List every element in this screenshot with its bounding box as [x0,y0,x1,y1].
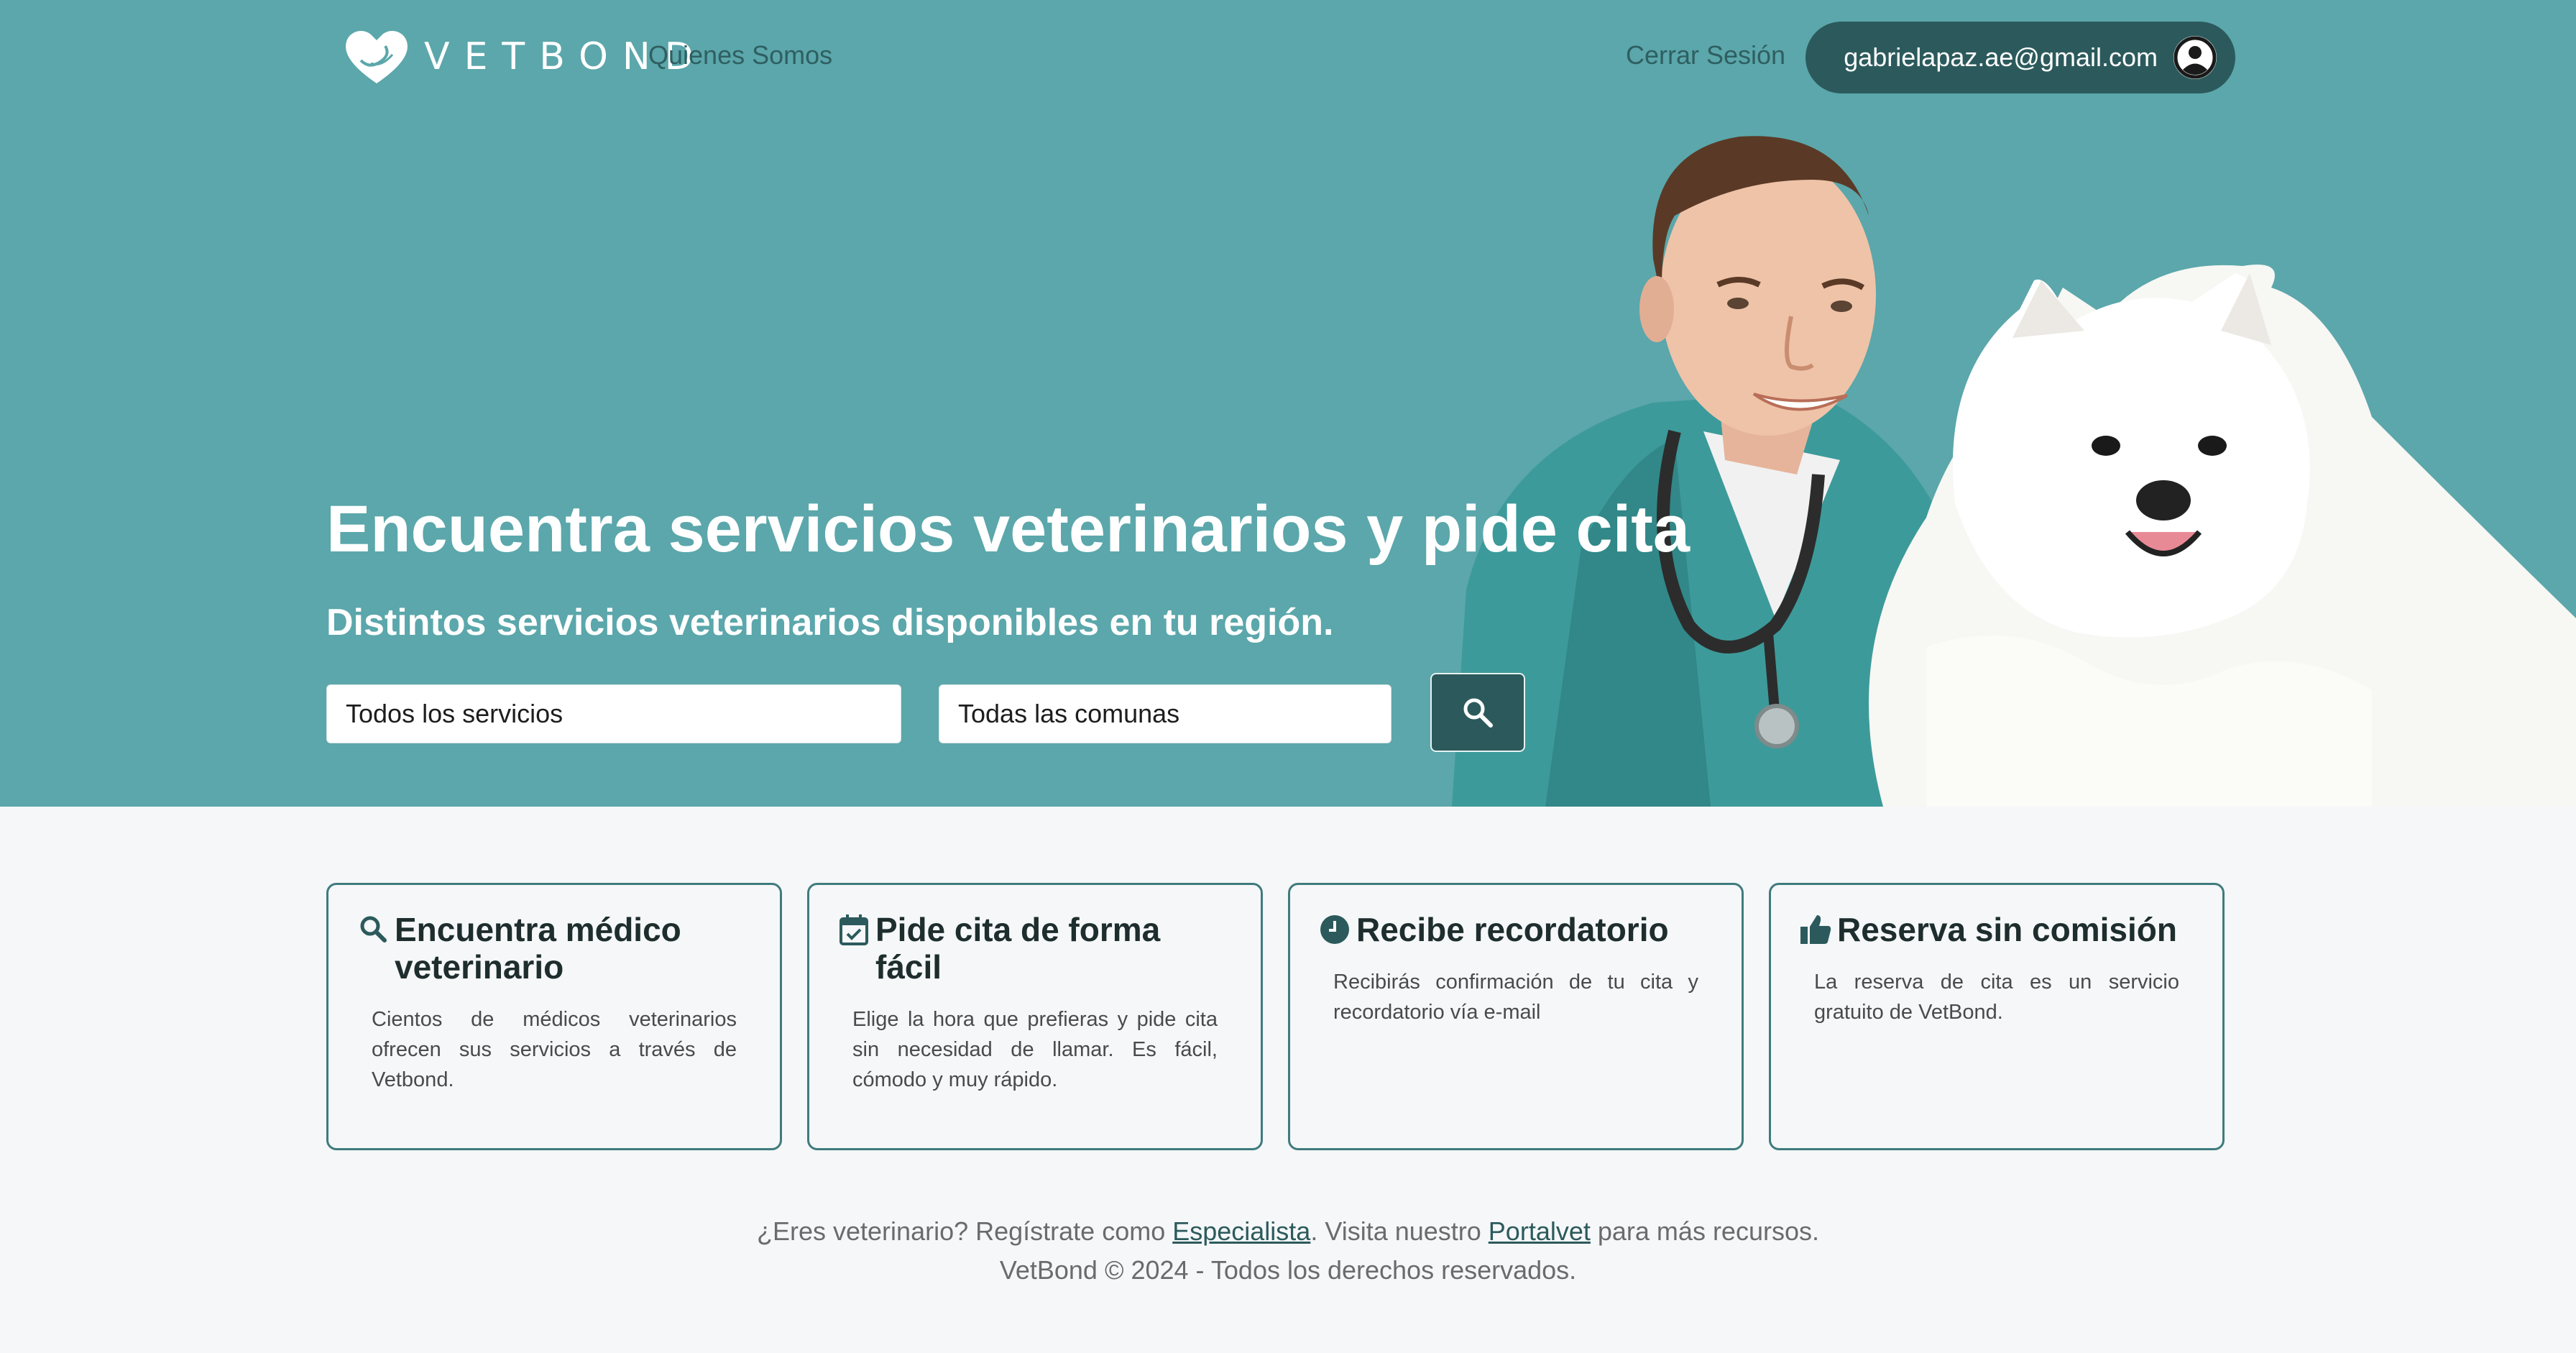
footer-text: . Visita nuestro [1310,1216,1489,1246]
footer-text: ¿Eres veterinario? Regístrate como [757,1216,1173,1246]
feature-title: Reserva sin comisión [1837,911,2177,948]
service-select-value: Todos los servicios [346,699,564,728]
feature-card-easy-booking: Pide cita de forma fácil Elige la hora q… [807,883,1263,1150]
hero-subtitle: Distintos servicios veterinarios disponi… [326,602,1334,643]
user-avatar-icon [2174,36,2217,79]
thumbs-up-icon [1800,915,1831,944]
comuna-select-value: Todas las comunas [958,699,1180,728]
user-menu-button[interactable]: gabrielapaz.ae@gmail.com [1806,22,2235,93]
feature-text: Elige la hora que prefieras y pide cita … [852,1008,1218,1091]
clock-icon [1320,915,1349,944]
nav-logout-link[interactable]: Cerrar Sesión [1626,40,1785,70]
heart-paw-logo-icon [346,31,408,83]
footer: ¿Eres veterinario? Regístrate como Espec… [0,1212,2576,1290]
feature-title: Pide cita de forma fácil [875,911,1161,986]
feature-text: La reserva de cita es un servicio gratui… [1814,971,2179,1024]
nav-about-link[interactable]: Quienes Somos [648,40,832,70]
feature-card-reminder: Recibe recordatorio Recibirás confirmaci… [1288,883,1744,1150]
footer-register-line: ¿Eres veterinario? Regístrate como Espec… [0,1212,2576,1251]
search-button[interactable] [1430,673,1525,752]
feature-card-find-vet: Encuentra médico veterinario Cientos de … [326,883,782,1150]
feature-card-no-commission: Reserva sin comisión La reserva de cita … [1769,883,2225,1150]
user-email: gabrielapaz.ae@gmail.com [1844,42,2158,72]
calendar-check-icon [840,914,868,945]
feature-text: Cientos de médicos veterinarios ofrecen … [372,1008,737,1091]
page: VETBOND Quienes Somos Cerrar Sesión gabr… [0,0,2576,1353]
specialist-link[interactable]: Especialista [1172,1216,1310,1246]
service-select[interactable]: Todos los servicios [326,684,901,743]
portalvet-link[interactable]: Portalvet [1489,1216,1591,1246]
comuna-select[interactable]: Todas las comunas [939,684,1392,743]
search-icon [360,916,387,942]
feature-title: Encuentra médico veterinario [395,911,681,986]
hero-title: Encuentra servicios veterinarios y pide … [326,492,1690,566]
feature-title: Recibe recordatorio [1356,911,1669,948]
feature-text: Recibirás confirmación de tu cita y reco… [1333,971,1698,1024]
footer-text: para más recursos. [1590,1216,1819,1246]
footer-copyright: VetBond © 2024 - Todos los derechos rese… [999,1255,1577,1285]
hero-section: VETBOND Quienes Somos Cerrar Sesión gabr… [0,0,2576,807]
search-icon [1463,698,1493,728]
